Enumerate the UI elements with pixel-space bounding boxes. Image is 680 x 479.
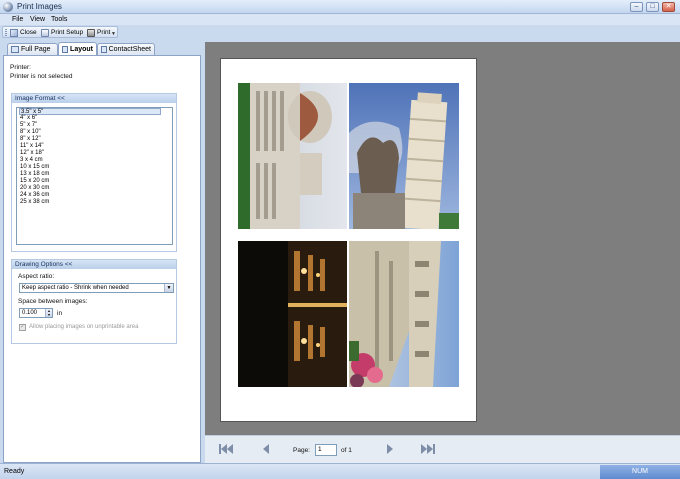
tab-label: Layout xyxy=(70,45,93,53)
toolbar-grip[interactable] xyxy=(5,29,7,36)
printer-label: Printer: xyxy=(10,64,31,71)
close-label: Close xyxy=(20,29,37,36)
menu-bar: File View Tools xyxy=(0,14,680,25)
close-window-button[interactable]: ✕ xyxy=(662,2,675,12)
space-unit: in xyxy=(57,310,63,317)
stepper-arrows-icon[interactable]: ▲ ▼ xyxy=(45,309,52,317)
format-list-item[interactable]: 3 x 4 cm xyxy=(17,157,172,164)
format-list-item[interactable]: 4" x 6" xyxy=(17,115,172,122)
minimize-button[interactable]: – xyxy=(630,2,643,12)
menu-tools[interactable]: Tools xyxy=(51,16,67,23)
tab-label: Full Page xyxy=(21,46,51,53)
window-title: Print Images xyxy=(17,2,62,11)
format-list-item[interactable]: 5" x 7" xyxy=(17,122,172,129)
title-bar: Print Images – □ ✕ xyxy=(0,0,680,14)
print-setup-label: Print Setup xyxy=(51,29,84,36)
aspect-ratio-select[interactable]: Keep aspect ratio - Shrink when needed ▼ xyxy=(19,283,174,293)
tab-layout[interactable]: Layout xyxy=(58,42,97,55)
next-page-icon xyxy=(387,444,393,454)
image-format-list[interactable]: 3.5" x 5" 4" x 6" 5" x 7" 8" x 10" 8" x 12" 1… xyxy=(16,107,173,245)
page-number-input[interactable]: 1 xyxy=(315,444,337,456)
settings-panel: Printer: Printer is not selected Image F… xyxy=(3,55,201,463)
previous-page-button[interactable] xyxy=(259,443,273,455)
photo-cathedral[interactable] xyxy=(238,83,347,229)
chevron-down-icon[interactable]: ▼ xyxy=(164,284,173,292)
page-count-label: of 1 xyxy=(341,447,352,454)
maximize-button[interactable]: □ xyxy=(646,2,659,12)
format-list-item[interactable]: 25 x 38 cm xyxy=(17,199,172,206)
full-page-icon xyxy=(11,46,19,53)
format-list-item[interactable]: 12" x 18" xyxy=(17,150,172,157)
print-setup-icon xyxy=(41,28,49,37)
menu-view[interactable]: View xyxy=(30,16,45,23)
space-value: 0.100 xyxy=(22,310,38,316)
unprintable-label: Allow placing images on unprintable area xyxy=(29,324,139,330)
contact-sheet-icon xyxy=(101,46,107,53)
toolbar: Close Print Setup Print ▼ xyxy=(2,26,118,38)
print-button[interactable]: Print xyxy=(87,28,110,37)
tab-full-page[interactable]: Full Page xyxy=(7,43,58,55)
status-bar: Ready NUM xyxy=(0,463,680,479)
format-list-item[interactable]: 15 x 20 cm xyxy=(17,178,172,185)
aspect-ratio-value: Keep aspect ratio - Shrink when needed xyxy=(22,285,129,291)
format-list-item[interactable]: 13 x 18 cm xyxy=(17,171,172,178)
drawing-options-group: Drawing Options << Aspect ratio: Keep as… xyxy=(11,259,177,344)
first-page-button[interactable] xyxy=(219,443,233,455)
close-icon xyxy=(10,28,18,37)
format-list-item[interactable]: 20 x 30 cm xyxy=(17,185,172,192)
format-list-item[interactable]: 8" x 12" xyxy=(17,136,172,143)
menu-file[interactable]: File xyxy=(12,16,23,23)
print-setup-button[interactable]: Print Setup xyxy=(41,28,83,37)
app-icon xyxy=(3,2,13,12)
toolbar-dropdown-icon[interactable]: ▼ xyxy=(111,31,116,37)
preview-page xyxy=(220,58,477,422)
format-list-item[interactable]: 24 x 36 cm xyxy=(17,192,172,199)
previous-page-icon xyxy=(263,444,269,454)
format-list-item[interactable]: 3.5" x 5" xyxy=(19,108,161,115)
tab-contact-sheet[interactable]: ContactSheet xyxy=(97,43,155,55)
space-stepper[interactable]: 0.100 ▲ ▼ xyxy=(19,308,53,318)
printer-status: Printer is not selected xyxy=(10,73,73,80)
image-format-header[interactable]: Image Format << xyxy=(12,94,176,103)
photo-night-arches[interactable] xyxy=(238,241,347,387)
page-label: Page: xyxy=(293,447,310,454)
tab-strip: Full Page Layout ContactSheet xyxy=(0,42,205,55)
num-lock-indicator: NUM xyxy=(600,465,680,479)
status-text: Ready xyxy=(4,468,25,475)
drawing-options-header[interactable]: Drawing Options << xyxy=(12,260,176,269)
photo-bridge-flowers[interactable] xyxy=(349,241,459,387)
format-list-item[interactable]: 10 x 15 cm xyxy=(17,164,172,171)
format-list-item[interactable]: 8" x 10" xyxy=(17,129,172,136)
image-format-group: Image Format << 3.5" x 5" 4" x 6" 5" x 7" 8… xyxy=(11,93,177,252)
format-list-item[interactable]: 11" x 14" xyxy=(17,143,172,150)
tab-label: ContactSheet xyxy=(108,46,151,53)
close-button[interactable]: Close xyxy=(10,28,37,37)
next-page-button[interactable] xyxy=(383,443,397,455)
unprintable-checkbox[interactable]: ✓ xyxy=(19,324,26,331)
printer-icon xyxy=(87,28,95,37)
print-preview-area[interactable] xyxy=(205,42,680,435)
last-page-button[interactable] xyxy=(421,443,435,455)
space-between-label: Space between images: xyxy=(18,298,88,305)
photo-leaning-tower[interactable] xyxy=(349,83,459,229)
print-label: Print xyxy=(97,29,111,36)
aspect-ratio-label: Aspect ratio: xyxy=(18,273,55,280)
page-navigation: Page: 1 of 1 xyxy=(205,435,680,463)
layout-icon xyxy=(62,45,69,53)
